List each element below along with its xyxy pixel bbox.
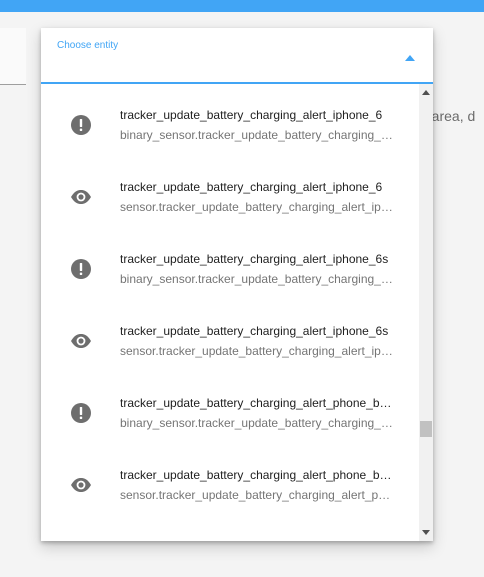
eye-icon bbox=[70, 330, 92, 352]
entity-name: tracker_update_battery_charging_alert_ip… bbox=[120, 252, 389, 266]
choose-entity-label: Choose entity bbox=[57, 40, 119, 51]
alert-circle-icon bbox=[70, 114, 92, 136]
entity-id: sensor.tracker_update_battery_charging_a… bbox=[120, 200, 395, 214]
scroll-down-arrow-icon[interactable] bbox=[422, 530, 430, 535]
scroll-up-arrow-icon[interactable] bbox=[422, 90, 430, 95]
chevron-up-icon[interactable] bbox=[405, 55, 415, 61]
entity-id: binary_sensor.tracker_update_battery_cha… bbox=[120, 128, 395, 142]
entity-id: sensor.tracker_update_battery_charging_a… bbox=[120, 488, 395, 502]
eye-icon bbox=[70, 186, 92, 208]
entity-name: tracker_update_battery_charging_alert_ip… bbox=[120, 180, 383, 194]
entity-name: tracker_update_battery_charging_alert_ip… bbox=[120, 324, 389, 338]
choose-entity-field[interactable]: Choose entity bbox=[41, 28, 433, 84]
entity-name: tracker_update_battery_charging_alert_ph… bbox=[120, 468, 398, 482]
entity-list: tracker_update_battery_charging_alert_ip… bbox=[41, 84, 419, 541]
entity-id: binary_sensor.tracker_update_battery_cha… bbox=[120, 416, 395, 430]
entity-list-item[interactable]: tracker_update_battery_charging_alert_ip… bbox=[41, 228, 419, 300]
entity-id: sensor.tracker_update_battery_charging_a… bbox=[120, 344, 395, 358]
entity-name: tracker_update_battery_charging_alert_ip… bbox=[120, 108, 383, 122]
background-input-field[interactable] bbox=[0, 28, 26, 85]
top-app-bar bbox=[0, 0, 484, 12]
entity-name: tracker_update_battery_charging_alert_ph… bbox=[120, 396, 398, 410]
entity-list-item[interactable]: tracker_update_battery_charging_alert_ip… bbox=[41, 84, 419, 156]
alert-circle-icon bbox=[70, 402, 92, 424]
entity-list-item[interactable]: tracker_update_battery_charging_alert_ip… bbox=[41, 300, 419, 372]
eye-icon bbox=[70, 474, 92, 496]
list-scrollbar[interactable] bbox=[419, 84, 433, 541]
scrollbar-thumb[interactable] bbox=[420, 421, 432, 437]
alert-circle-icon bbox=[70, 258, 92, 280]
entity-picker-dropdown: Choose entity tracker_update_battery_cha… bbox=[41, 28, 433, 541]
entity-list-item[interactable]: tracker_update_battery_charging_alert_ph… bbox=[41, 444, 419, 516]
entity-list-item[interactable]: tracker_update_battery_charging_alert_ph… bbox=[41, 372, 419, 444]
entity-list-item[interactable]: tracker_update_battery_charging_alert_ip… bbox=[41, 156, 419, 228]
entity-id: binary_sensor.tracker_update_battery_cha… bbox=[120, 272, 395, 286]
